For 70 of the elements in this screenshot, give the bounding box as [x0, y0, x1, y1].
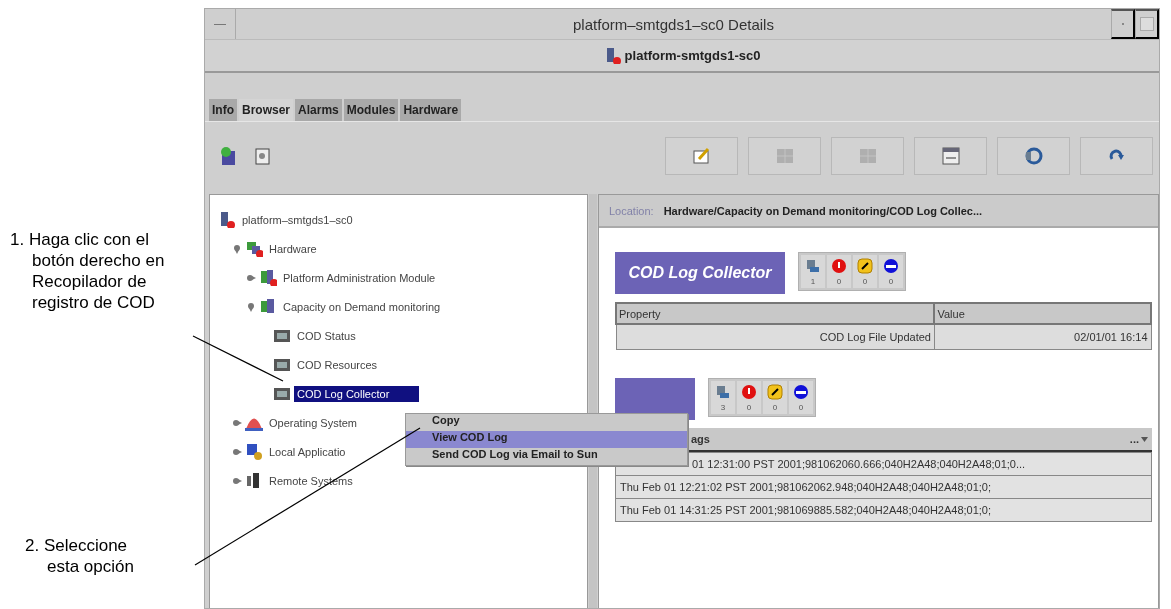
expander-icon[interactable] [232, 417, 242, 428]
expander-icon[interactable] [246, 301, 256, 312]
calendar-button[interactable] [914, 137, 987, 175]
window-title: platform–smtgds1–sc0 Details [573, 15, 774, 33]
down-icon [792, 384, 810, 400]
table-cell: Thu Feb 01 14:31:25 PST 2001;981069885.582;040H2A48;040H2A48;01;0; [615, 498, 1152, 522]
table-cell: 02/01/01 16:14 [934, 324, 1151, 350]
tree-item[interactable]: Local Applicatio [266, 443, 349, 460]
status-count: 0 [772, 403, 778, 412]
status-count: 1 [810, 277, 816, 286]
tab[interactable]: Info [209, 99, 237, 121]
column-header-text: ags [691, 433, 710, 445]
tab[interactable]: Browser [239, 99, 294, 121]
calendar-icon [939, 146, 962, 166]
status-count: 0 [836, 277, 842, 286]
tree-item[interactable]: COD Status [294, 327, 359, 344]
apps-icon [245, 443, 263, 460]
module-icon [259, 269, 277, 286]
edit-button[interactable] [665, 137, 738, 175]
menu-item[interactable]: Copy [406, 414, 687, 431]
tree-item[interactable]: COD Log Collector [294, 385, 420, 402]
critical-icon [740, 384, 758, 400]
tree-item[interactable]: Capacity on Demand monitoring [280, 298, 444, 315]
warning-icon [856, 258, 874, 274]
status-count: 0 [798, 403, 804, 412]
expander-icon[interactable] [246, 272, 256, 283]
critical-icon [830, 258, 848, 274]
status-count: 0 [862, 277, 868, 286]
tab[interactable]: Hardware [400, 99, 462, 121]
device-icon [804, 258, 822, 274]
expander-icon[interactable] [232, 446, 242, 457]
column-header: Property [616, 303, 935, 324]
table-icon [273, 356, 291, 373]
caret-icon [1141, 436, 1148, 442]
object-name: platform-smtgds1-sc0 [624, 48, 761, 63]
hardware-icon [245, 240, 263, 257]
status-count: 0 [888, 277, 894, 286]
panel-title: COD Log Collector [615, 252, 785, 294]
location-path: Hardware/Capacity on Demand monitoring/COD Log Collec... [663, 204, 983, 217]
expander-icon[interactable] [232, 475, 242, 486]
table-cell: COD Log File Updated [616, 324, 935, 350]
column-header: Value [934, 303, 1151, 324]
down-icon [882, 258, 900, 274]
tree-item[interactable]: platform–smtgds1–sc0 [239, 211, 356, 228]
callout-text: 2. Seleccione esta opción [24, 535, 135, 577]
device-icon [714, 384, 732, 400]
menu-item[interactable]: View COD Log [406, 431, 687, 448]
column-menu[interactable]: ... [1129, 433, 1139, 445]
status-count: 0 [746, 403, 752, 412]
maximize-button[interactable] [1135, 9, 1159, 39]
sync-button[interactable] [997, 137, 1070, 175]
tree-item[interactable]: Operating System [266, 414, 361, 431]
tree-item[interactable]: Platform Administration Module [280, 269, 439, 286]
table-icon [273, 327, 291, 344]
callout-text: 1. Haga clic con el botón derecho en Recopilador de registro de COD [9, 229, 166, 313]
status-count: 3 [720, 403, 726, 412]
tab[interactable]: Modules [343, 99, 399, 121]
redo-button[interactable] [1080, 137, 1153, 175]
table-icon [273, 385, 291, 402]
module-icon [259, 298, 277, 315]
warning-icon [766, 384, 784, 400]
server-icon [218, 211, 236, 228]
tab[interactable]: Alarms [295, 99, 342, 121]
expander-icon[interactable] [232, 243, 242, 254]
table-cell: Thu Feb 01 12:21:02 PST 2001;981062062.948;040H2A48;040H2A48;01;0; [615, 475, 1152, 499]
minimize-button[interactable] [1111, 9, 1135, 39]
table-cell: 01 12:31:00 PST 2001;981062060.666;040H2A48;040H2A48;01;0... [615, 452, 1152, 476]
tree-item[interactable]: Hardware [266, 240, 320, 257]
tree-item[interactable]: COD Resources [294, 356, 381, 373]
location-label: Location: [609, 204, 654, 217]
